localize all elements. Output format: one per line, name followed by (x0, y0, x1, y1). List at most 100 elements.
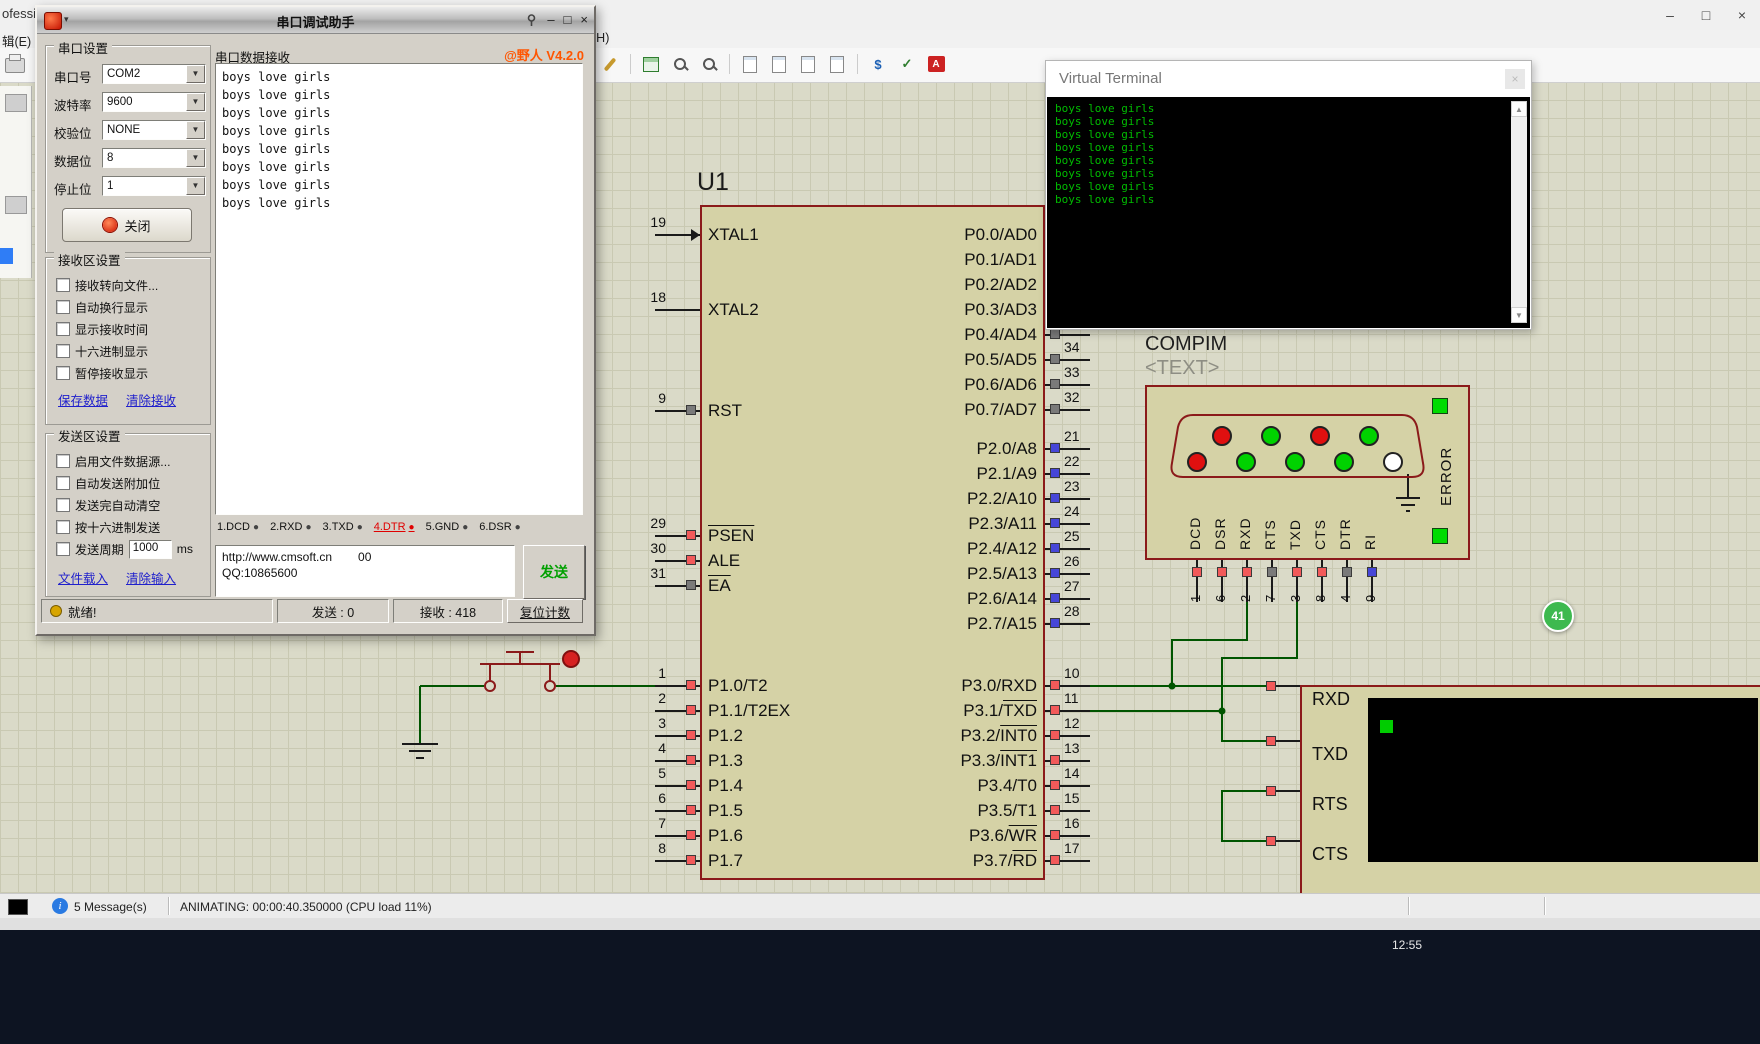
reset-counter-button[interactable]: 复位计数 (507, 599, 583, 623)
scroll-down-icon[interactable]: ▼ (1511, 307, 1527, 323)
port-field-combo[interactable]: NONE▼ (102, 120, 206, 140)
pin-name: EA (708, 575, 731, 597)
pin-number: 29 (628, 515, 666, 531)
pin-name: P3.4/T0 (838, 775, 1037, 797)
db9-led (1334, 452, 1354, 472)
copy-sheet-icon[interactable] (738, 51, 762, 77)
serial-titlebar[interactable]: ▾ 串口调试助手 – □ × (37, 7, 594, 34)
goto-sheet-icon[interactable] (825, 51, 849, 77)
compim-pin-label: TXD (1287, 486, 1307, 550)
serial-pin-led-icon: ● (253, 522, 259, 533)
open-close-port-button[interactable]: 关闭 (62, 208, 192, 242)
selector-selected-item[interactable] (0, 248, 13, 264)
sent-count-panel: 发送 : 0 (277, 599, 389, 623)
combo-dropdown-icon[interactable]: ▼ (186, 177, 205, 195)
serial-pin-indicator[interactable]: 4.DTR● (374, 521, 415, 533)
selection-tool-icon[interactable] (598, 51, 622, 77)
send-option-checkbox[interactable] (56, 454, 70, 468)
pin-state-indicator (1050, 354, 1060, 364)
port-field-row: 数据位8▼ (54, 148, 204, 170)
terminal-pin-label: TXD (1312, 744, 1348, 765)
clock-input-icon (691, 229, 700, 241)
search-component-icon[interactable] (668, 51, 692, 77)
delete-sheet-icon[interactable] (796, 51, 820, 77)
scroll-up-icon[interactable]: ▲ (1511, 101, 1527, 117)
pin-state-indicator (1050, 680, 1060, 690)
combo-dropdown-icon[interactable]: ▼ (186, 149, 205, 167)
serial-pin-indicator[interactable]: 2.RXD● (270, 521, 311, 533)
bill-of-materials-icon[interactable]: $ (866, 51, 890, 77)
netlist-compile-icon[interactable] (639, 51, 663, 77)
serial-minimize-button[interactable]: – (547, 7, 554, 33)
serial-pin-indicator[interactable]: 1.DCD● (217, 521, 259, 533)
serial-pin-led-icon: ● (409, 522, 415, 533)
pin-number: 2 (628, 690, 666, 706)
pin-state-indicator (1266, 836, 1276, 846)
print-icon[interactable] (5, 58, 25, 73)
serial-maximize-button[interactable]: □ (564, 7, 572, 33)
send-link[interactable]: 清除输入 (126, 568, 176, 587)
statusbar-divider (168, 897, 170, 915)
port-field-combo[interactable]: 8▼ (102, 148, 206, 168)
received-line: boys love girls (216, 122, 582, 140)
serial-pin-indicator[interactable]: 3.TXD● (323, 521, 363, 533)
paste-sheet-icon[interactable] (767, 51, 791, 77)
toolbar-icons: $✓A (598, 51, 948, 77)
virtual-terminal-close-icon[interactable]: × (1505, 69, 1525, 89)
receive-option-checkbox[interactable] (56, 322, 70, 336)
serial-close-button[interactable]: × (580, 7, 588, 33)
combo-dropdown-icon[interactable]: ▼ (186, 121, 205, 139)
receive-textarea[interactable]: boys love girlsboys love girlsboys love … (215, 63, 583, 515)
port-field-combo[interactable]: 1▼ (102, 176, 206, 196)
send-textarea[interactable]: http://www.cmsoft.cn00 QQ:10865600 (215, 545, 515, 597)
send-link[interactable]: 文件载入 (58, 568, 108, 587)
send-option-checkbox[interactable] (56, 476, 70, 490)
menu-edit-fragment[interactable]: 辑(E) (2, 31, 31, 50)
electrical-rules-check-icon[interactable]: ✓ (895, 51, 919, 77)
port-field-combo[interactable]: COM2▼ (102, 64, 206, 84)
send-period-unit: ms (177, 542, 193, 556)
combo-dropdown-icon[interactable]: ▼ (186, 93, 205, 111)
compim-pin-number: 7 (1263, 582, 1281, 602)
receive-option-label: 十六进制显示 (75, 342, 148, 360)
send-option-checkbox[interactable] (56, 520, 70, 534)
info-icon[interactable]: i (52, 898, 68, 914)
pin-name: P1.6 (708, 825, 743, 847)
send-button[interactable]: 发送 (523, 545, 585, 599)
combo-dropdown-icon[interactable]: ▼ (186, 65, 205, 83)
notification-badge[interactable]: 41 (1542, 600, 1574, 632)
send-period-checkbox[interactable] (56, 542, 70, 556)
receive-option-checkbox[interactable] (56, 366, 70, 380)
receive-link[interactable]: 清除接收 (126, 390, 176, 409)
selector-item-icon[interactable] (5, 94, 27, 112)
receive-option-checkbox[interactable] (56, 344, 70, 358)
ready-text: 就绪! (68, 602, 96, 621)
virtual-terminal-scrollbar[interactable]: ▲ ▼ (1511, 101, 1527, 323)
virtual-terminal-window[interactable]: Virtual Terminal × boys love girlsboys l… (1045, 60, 1532, 330)
pin-name: P0.6/AD6 (838, 374, 1037, 396)
find-replace-icon[interactable] (697, 51, 721, 77)
port-field-label: 停止位 (54, 179, 92, 198)
message-count[interactable]: 5 Message(s) (74, 900, 147, 914)
pin-number: 9 (628, 390, 666, 406)
serial-debug-window[interactable]: ▾ 串口调试助手 – □ × 串口设置 串口号COM2▼波特率9600▼校验位N… (35, 5, 596, 636)
selector-item-icon[interactable] (5, 196, 27, 214)
virtual-terminal-screen: boys love girlsboys love girlsboys love … (1047, 97, 1530, 328)
virtual-terminal-titlebar[interactable]: Virtual Terminal × (1046, 61, 1531, 97)
combo-value: 8 (103, 149, 186, 167)
port-field-combo[interactable]: 9600▼ (102, 92, 206, 112)
pin-name: P1.5 (708, 800, 743, 822)
ares-netlist-icon[interactable]: A (924, 51, 948, 77)
receive-option-checkbox[interactable] (56, 300, 70, 314)
serial-pin-indicator[interactable]: 6.DSR● (479, 521, 520, 533)
receive-option-checkbox[interactable] (56, 278, 70, 292)
send-option-checkbox[interactable] (56, 498, 70, 512)
pin-icon[interactable] (525, 14, 538, 27)
receive-link[interactable]: 保存数据 (58, 390, 108, 409)
stop-button[interactable] (8, 899, 28, 915)
taskbar-clock[interactable]: 12:55 (1392, 938, 1422, 952)
pin-number: 14 (1064, 765, 1098, 781)
serial-pin-indicator[interactable]: 5.GND● (426, 521, 469, 533)
send-period-input[interactable]: 1000 (129, 540, 172, 559)
send-links: 文件载入清除输入 (58, 568, 176, 587)
